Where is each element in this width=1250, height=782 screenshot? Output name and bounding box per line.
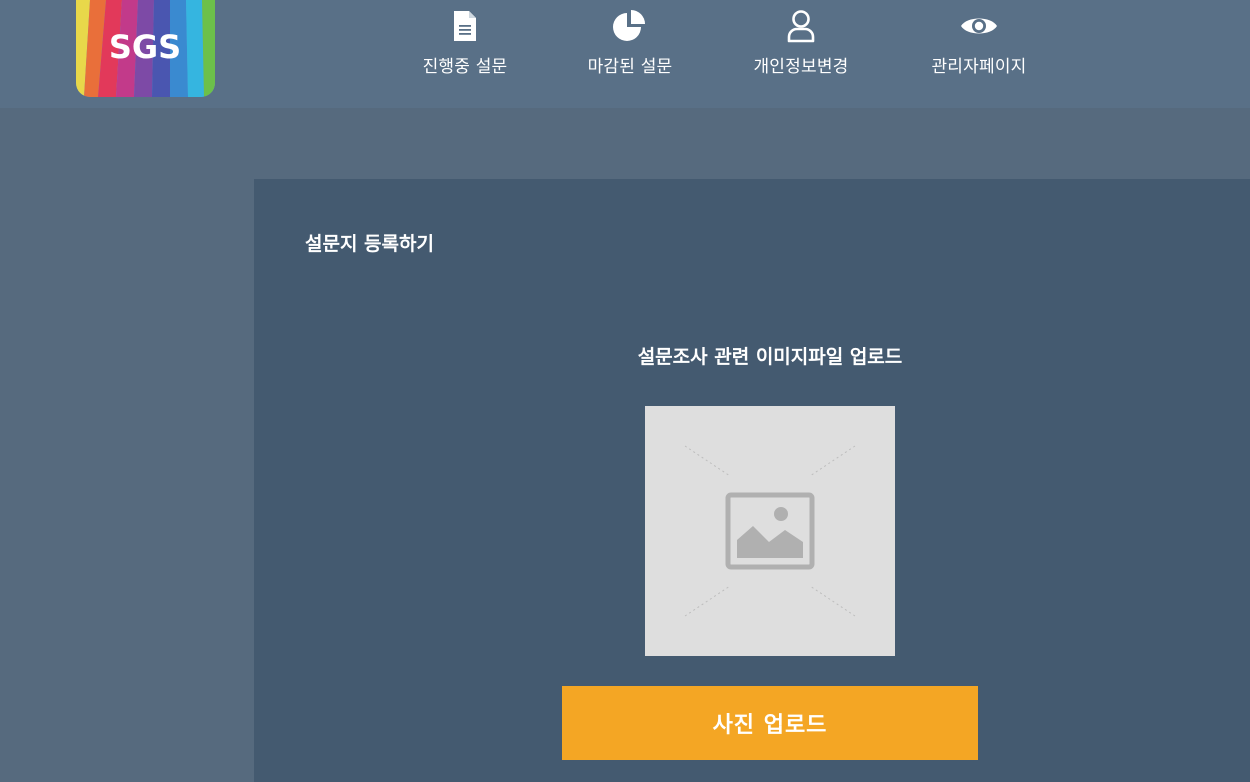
upload-section-title: 설문조사 관련 이미지파일 업로드 xyxy=(637,346,903,368)
nav-item-admin-page[interactable]: 관리자페이지 xyxy=(921,8,1037,77)
user-icon xyxy=(786,8,816,44)
left-sidebar xyxy=(0,179,254,782)
eye-icon xyxy=(960,8,998,44)
nav-label-profile-settings: 개인정보변경 xyxy=(753,57,849,77)
nav-label-ongoing-surveys: 진행중 설문 xyxy=(422,57,508,77)
nav-item-ongoing-surveys[interactable]: 진행중 설문 xyxy=(415,8,515,77)
pie-chart-icon xyxy=(612,8,648,44)
header-spacer xyxy=(0,108,1250,179)
page-title: 설문지 등록하기 xyxy=(305,233,434,255)
document-icon xyxy=(452,8,478,44)
nav-label-admin-page: 관리자페이지 xyxy=(931,57,1027,77)
nav-item-profile-settings[interactable]: 개인정보변경 xyxy=(743,8,859,77)
nav-item-closed-surveys[interactable]: 마감된 설문 xyxy=(580,8,680,77)
image-placeholder-icon xyxy=(725,492,815,570)
top-header: SGS 진행중 설문 마감된 설문 개인정보변경 관리자페이지 xyxy=(0,0,1250,108)
survey-register-panel: 설문지 등록하기 설문조사 관련 이미지파일 업로드 사진 업로드 xyxy=(254,179,1250,782)
nav-label-closed-surveys: 마감된 설문 xyxy=(587,57,673,77)
image-preview[interactable] xyxy=(645,406,895,656)
main-nav: 진행중 설문 마감된 설문 개인정보변경 관리자페이지 xyxy=(0,0,1250,108)
photo-upload-button[interactable]: 사진 업로드 xyxy=(562,686,978,760)
